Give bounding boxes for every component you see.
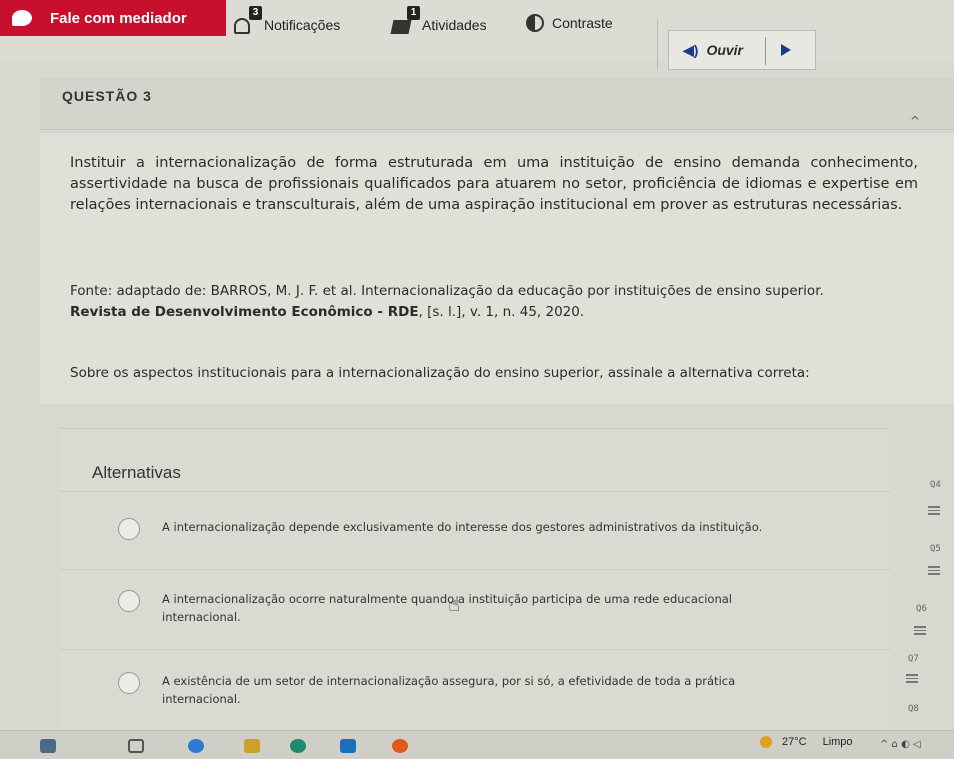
browser-icon[interactable]: [188, 739, 204, 753]
source-details: , [s. l.], v. 1, n. 45, 2020.: [418, 304, 585, 320]
sun-icon: [760, 736, 772, 748]
system-tray-icon[interactable]: ^ ⌂ ◐ ◁: [880, 739, 921, 750]
activities-button[interactable]: 1 Atividades: [390, 6, 487, 36]
taskbar: 27°C Limpo ^ ⌂ ◐ ◁: [0, 730, 954, 759]
play-icon[interactable]: [781, 44, 791, 56]
notifications-badge: 3: [249, 6, 262, 20]
book-icon: 1: [390, 6, 420, 36]
list-icon: [928, 566, 940, 575]
question-header: QUESTÃO 3 ^: [40, 78, 954, 130]
listen-widget[interactable]: ◀) Ouvir: [668, 30, 816, 70]
alternative-option[interactable]: A existência de um setor de internaciona…: [60, 649, 890, 739]
contrast-button[interactable]: Contraste: [526, 14, 613, 32]
nav-item-q5[interactable]: Q5: [930, 544, 941, 554]
speaker-icon: ◀): [683, 41, 699, 58]
nav-item-q7[interactable]: Q7: [908, 654, 919, 664]
alternatives-title: Alternativas: [92, 463, 181, 482]
chevron-up-icon[interactable]: ^: [910, 114, 920, 128]
listen-label: Ouvir: [706, 42, 744, 58]
chrome-icon[interactable]: [392, 739, 408, 753]
question-prompt: Sobre os aspectos institucionais para a …: [70, 365, 810, 381]
radio-button[interactable]: [118, 590, 140, 612]
temperature: 27°C: [782, 736, 807, 748]
alternative-text: A internacionalização ocorre naturalment…: [162, 592, 732, 624]
alternative-text: A existência de um setor de internaciona…: [162, 674, 736, 706]
contrast-label: Contraste: [552, 15, 613, 31]
source-line: Fonte: adaptado de: BARROS, M. J. F. et …: [70, 283, 824, 299]
nav-item-q6[interactable]: Q6: [916, 604, 927, 614]
activities-badge: 1: [407, 6, 420, 20]
question-source: Fonte: adaptado de: BARROS, M. J. F. et …: [70, 281, 918, 323]
radio-button[interactable]: [118, 672, 140, 694]
store-icon[interactable]: [340, 739, 356, 753]
hand-cursor-icon: ☝: [448, 592, 461, 616]
bell-icon: 3: [234, 6, 262, 36]
list-icon: [928, 506, 940, 515]
divider: [657, 20, 658, 70]
list-icon: [906, 674, 918, 683]
weather-widget[interactable]: 27°C Limpo: [760, 736, 853, 748]
list-icon: [914, 626, 926, 635]
nav-item-q8[interactable]: Q8: [908, 704, 919, 714]
radio-button[interactable]: [118, 518, 140, 540]
task-view-icon[interactable]: [128, 739, 144, 753]
top-bar: Fale com mediador 3 Notificações 1 Ativi…: [0, 0, 954, 70]
notifications-label: Notificações: [264, 17, 341, 33]
app-icon[interactable]: [40, 739, 56, 753]
chat-mediator-label: Fale com mediador: [50, 9, 187, 27]
chat-icon: [12, 10, 32, 26]
notifications-button[interactable]: 3 Notificações: [234, 6, 341, 36]
weather-description: Limpo: [822, 736, 853, 748]
alternative-text: A internacionalização depende exclusivam…: [162, 520, 763, 534]
folder-icon[interactable]: [244, 739, 260, 753]
question-navigator: Q4 Q5 Q6 Q7 Q8: [900, 420, 954, 720]
nav-item-q4[interactable]: Q4: [930, 480, 941, 490]
question-title: QUESTÃO 3: [62, 88, 152, 104]
edge-icon[interactable]: [290, 739, 306, 753]
alternative-option[interactable]: A internacionalização ocorre naturalment…: [60, 569, 890, 649]
contrast-icon: [526, 14, 544, 32]
alternative-option[interactable]: A internacionalização depende exclusivam…: [60, 491, 890, 569]
chat-mediator-button[interactable]: Fale com mediador: [0, 0, 226, 36]
activities-label: Atividades: [422, 17, 487, 33]
alternatives-card: Alternativas A internacionalização depen…: [60, 428, 890, 748]
source-journal: Revista de Desenvolvimento Econômico - R…: [70, 304, 419, 320]
question-card: Instituir a internacionalização de forma…: [40, 132, 954, 404]
question-stem: Instituir a internacionalização de forma…: [70, 155, 918, 213]
